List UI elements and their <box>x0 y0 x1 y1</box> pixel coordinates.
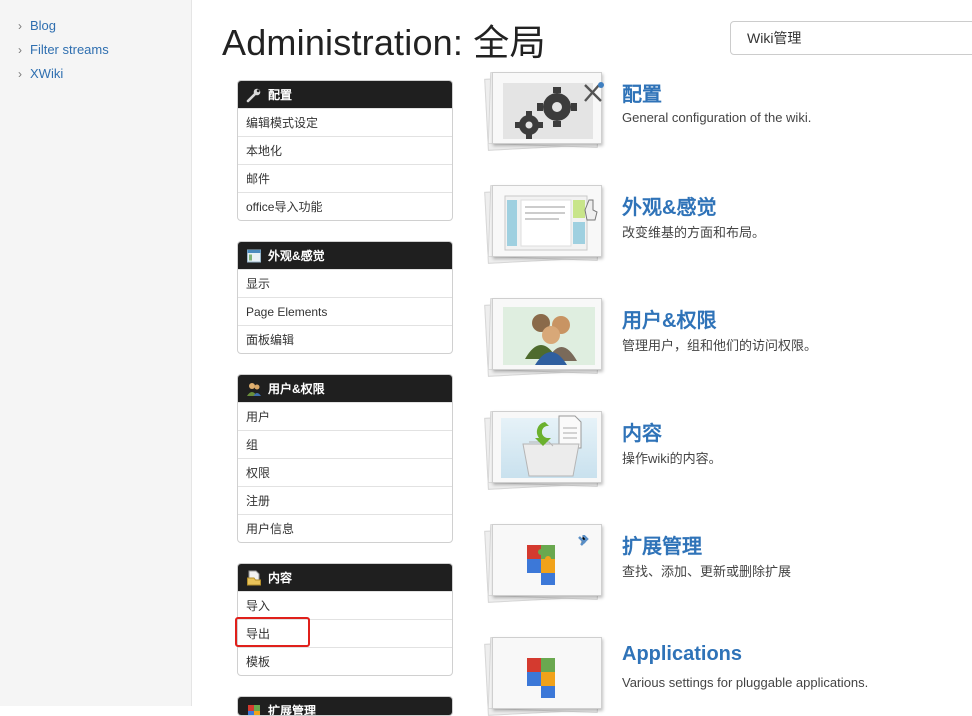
menu-item-registration[interactable]: 注册 <box>238 486 452 514</box>
puzzle-icon <box>521 648 601 709</box>
nav-item-blog[interactable]: › Blog <box>18 18 56 33</box>
puzzle-icon <box>521 535 601 596</box>
menu-item-mail[interactable]: 邮件 <box>238 164 452 192</box>
section-thumbnail-extensions[interactable] <box>486 524 604 600</box>
menu-item-user-profile[interactable]: 用户信息 <box>238 514 452 542</box>
layout-preview-icon <box>503 194 599 259</box>
wrench-icon <box>246 87 262 103</box>
panel-title: 扩展管理 <box>268 702 316 716</box>
search-box[interactable] <box>730 21 972 55</box>
section-thumbnail-look-and-feel[interactable] <box>486 185 604 261</box>
menu-item-edit-mode[interactable]: 编辑模式设定 <box>238 108 452 136</box>
page-title: Administration: 全局 <box>222 14 546 66</box>
section-title-extensions[interactable]: 扩展管理 <box>622 530 702 559</box>
menu-item-localization[interactable]: 本地化 <box>238 136 452 164</box>
section-desc-look-and-feel: 改变维基的方面和布局。 <box>622 222 765 241</box>
admin-panel-users-rights: 用户&权限 用户 组 权限 注册 用户信息 <box>237 374 453 543</box>
left-navigation: › Blog › Filter streams › XWiki <box>0 0 192 706</box>
panel-header: 配置 <box>238 81 452 108</box>
nav-item-xwiki[interactable]: › XWiki <box>18 66 63 81</box>
folder-import-icon <box>519 414 589 485</box>
section-thumbnail-users-rights[interactable] <box>486 298 604 374</box>
search-input[interactable] <box>731 22 972 54</box>
section-thumbnail-applications[interactable] <box>486 637 604 713</box>
panel-header: 扩展管理 <box>238 697 452 716</box>
section-thumbnail-content[interactable] <box>486 411 604 487</box>
panel-title: 配置 <box>268 86 292 103</box>
section-title-users-rights[interactable]: 用户&权限 <box>622 304 716 333</box>
menu-item-groups[interactable]: 组 <box>238 430 452 458</box>
section-title-look-and-feel[interactable]: 外观&感觉 <box>622 191 716 220</box>
admin-panel-extensions: 扩展管理 <box>237 696 453 716</box>
menu-item-page-elements[interactable]: Page Elements <box>238 297 452 325</box>
menu-item-panel-editor[interactable]: 面板编辑 <box>238 325 452 353</box>
menu-item-rights[interactable]: 权限 <box>238 458 452 486</box>
panel-title: 用户&权限 <box>268 380 325 397</box>
document-icon <box>246 570 262 586</box>
nav-item-label: Filter streams <box>30 42 109 57</box>
section-title-content[interactable]: 内容 <box>622 417 662 446</box>
panel-header: 用户&权限 <box>238 375 452 402</box>
section-desc-configuration: General configuration of the wiki. <box>622 110 811 125</box>
users-group-icon <box>521 309 581 370</box>
panel-title: 内容 <box>268 569 292 586</box>
menu-item-templates[interactable]: 模板 <box>238 647 452 675</box>
chevron-right-icon: › <box>18 19 26 33</box>
users-icon <box>246 381 262 397</box>
admin-panel-content: 内容 导入 导出 模板 <box>237 563 453 676</box>
chevron-right-icon: › <box>18 43 26 57</box>
gears-icon <box>505 81 605 148</box>
nav-item-filter-streams[interactable]: › Filter streams <box>18 42 109 57</box>
menu-item-office-import[interactable]: office导入功能 <box>238 192 452 220</box>
section-desc-users-rights: 管理用户，组和他们的访问权限。 <box>622 335 817 354</box>
puzzle-icon <box>246 703 262 716</box>
panel-header: 内容 <box>238 564 452 591</box>
layout-icon <box>246 248 262 264</box>
menu-item-import[interactable]: 导入 <box>238 591 452 619</box>
chevron-right-icon: › <box>18 67 26 81</box>
section-desc-extensions: 查找、添加、更新或删除扩展 <box>622 561 791 580</box>
admin-panel-configuration: 配置 编辑模式设定 本地化 邮件 office导入功能 <box>237 80 453 221</box>
menu-item-display[interactable]: 显示 <box>238 269 452 297</box>
menu-item-users[interactable]: 用户 <box>238 402 452 430</box>
section-desc-applications: Various settings for pluggable applicati… <box>622 675 868 690</box>
admin-panel-look-and-feel: 外观&感觉 显示 Page Elements 面板编辑 <box>237 241 453 354</box>
section-desc-content: 操作wiki的内容。 <box>622 448 722 467</box>
nav-item-label: Blog <box>30 18 56 33</box>
menu-item-export[interactable]: 导出 <box>238 619 452 647</box>
panel-header: 外观&感觉 <box>238 242 452 269</box>
section-title-configuration[interactable]: 配置 <box>622 78 662 107</box>
section-title-applications[interactable]: Applications <box>622 643 742 666</box>
nav-item-label: XWiki <box>30 66 63 81</box>
panel-title: 外观&感觉 <box>268 247 325 264</box>
section-thumbnail-configuration[interactable] <box>486 72 604 148</box>
